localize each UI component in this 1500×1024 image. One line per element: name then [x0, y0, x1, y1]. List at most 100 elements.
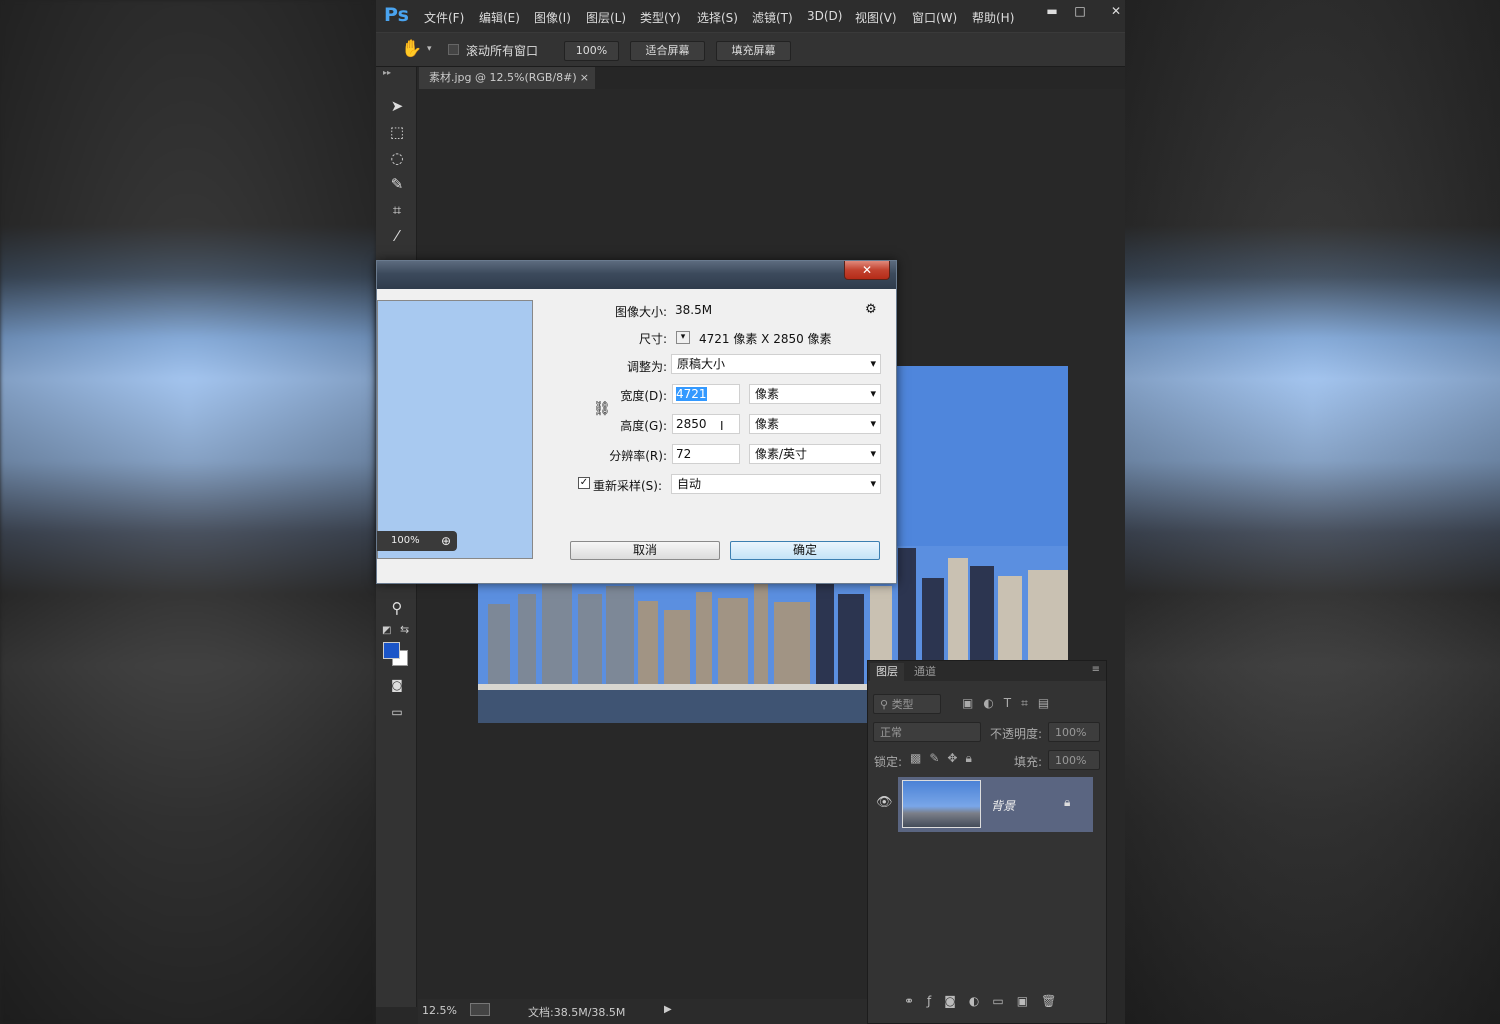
- image-size-dialog: ✕ 100% ⊕ 图像大小: 38.5M ⚙ 尺寸: ▾ 4721 像素 X 2…: [376, 260, 897, 584]
- scroll-all-label: 滚动所有窗口: [466, 44, 539, 58]
- default-colors-icon[interactable]: ◩: [382, 625, 391, 636]
- height-input[interactable]: 2850: [672, 414, 740, 434]
- layer-name: 背景: [991, 799, 1016, 813]
- lock-icons[interactable]: ▩✎✥🔒︎: [910, 751, 980, 766]
- blend-mode-select[interactable]: 正常: [873, 722, 981, 742]
- layer-background[interactable]: 背景 🔒︎: [898, 777, 1093, 832]
- layer-thumbnail: [902, 780, 981, 828]
- fill-label: 填充:: [1014, 755, 1043, 769]
- fit-screen-button[interactable]: 适合屏幕: [630, 41, 705, 61]
- resolution-input[interactable]: 72: [672, 444, 740, 464]
- ok-button[interactable]: 确定: [730, 541, 880, 560]
- menu-3d[interactable]: 3D(D): [807, 9, 842, 23]
- zoom-in-icon[interactable]: ⊕: [441, 531, 451, 551]
- height-unit-select[interactable]: 像素: [749, 414, 881, 434]
- image-size-value: 38.5M: [675, 303, 713, 317]
- quick-selection-tool-icon[interactable]: ✎: [385, 173, 409, 195]
- scroll-all-checkbox[interactable]: [448, 44, 459, 55]
- menu-filter[interactable]: 滤镜(T): [752, 9, 793, 26]
- dimensions-value: 4721 像素 X 2850 像素: [699, 332, 832, 346]
- collapse-icon[interactable]: ▸▸: [383, 68, 391, 77]
- dialog-close-button[interactable]: ✕: [844, 261, 890, 280]
- options-bar: ✋ ▾ 滚动所有窗口 100% 适合屏幕 填充屏幕: [376, 32, 1125, 67]
- resolution-unit-select[interactable]: 像素/英寸: [749, 444, 881, 464]
- marquee-tool-icon[interactable]: ⬚: [385, 121, 409, 143]
- layers-panel: 图层 通道 ≡ ⚲ 类型 ▣◐T⌗▤ 正常 不透明度: 100% 锁定: ▩✎✥…: [867, 660, 1107, 1024]
- fill-screen-button[interactable]: 填充屏幕: [716, 41, 791, 61]
- width-value: 4721: [676, 387, 707, 401]
- hand-tool-icon[interactable]: ✋: [401, 39, 422, 59]
- opacity-input[interactable]: 100%: [1048, 722, 1100, 742]
- width-unit-select[interactable]: 像素: [749, 384, 881, 404]
- layer-filter-label: 类型: [891, 698, 914, 711]
- status-menu-arrow-icon[interactable]: ▶: [664, 1004, 672, 1015]
- visibility-eye-icon[interactable]: 👁︎: [876, 795, 893, 810]
- opacity-label: 不透明度:: [990, 727, 1043, 741]
- menu-edit[interactable]: 编辑(E): [479, 9, 520, 26]
- menu-bar: Ps 文件(F) 编辑(E) 图像(I) 图层(L) 类型(Y) 选择(S) 滤…: [376, 0, 1125, 32]
- close-window-button[interactable]: ✕: [1105, 2, 1125, 20]
- crop-tool-icon[interactable]: ⌗: [385, 199, 409, 221]
- menu-select[interactable]: 选择(S): [697, 9, 738, 26]
- layer-filter-icons[interactable]: ▣◐T⌗▤: [962, 696, 1059, 711]
- image-preview[interactable]: [377, 300, 533, 559]
- screen-mode-icon[interactable]: ▭: [385, 701, 409, 723]
- dialog-body: 100% ⊕ 图像大小: 38.5M ⚙ 尺寸: ▾ 4721 像素 X 285…: [377, 289, 892, 581]
- gear-icon[interactable]: ⚙: [865, 302, 877, 317]
- tab-layers[interactable]: 图层: [870, 663, 904, 681]
- blurred-right-background: [1125, 0, 1500, 1024]
- menu-type[interactable]: 类型(Y): [640, 9, 681, 26]
- width-input[interactable]: 4721: [672, 384, 740, 404]
- menu-layer[interactable]: 图层(L): [586, 9, 626, 26]
- resample-checkbox[interactable]: ✓: [578, 477, 590, 489]
- layer-filter-select[interactable]: ⚲ 类型: [873, 694, 941, 714]
- preview-zoom-level: 100%: [391, 535, 420, 546]
- dimensions-unit-dropdown[interactable]: ▾: [676, 331, 690, 344]
- menu-file[interactable]: 文件(F): [424, 9, 464, 26]
- resolution-label: 分辨率(R):: [609, 449, 667, 463]
- swap-colors-icon[interactable]: ⇆: [400, 623, 409, 636]
- image-size-label: 图像大小:: [614, 305, 667, 319]
- menu-view[interactable]: 视图(V): [855, 9, 897, 26]
- dialog-titlebar: ✕: [377, 261, 896, 289]
- menu-help[interactable]: 帮助(H): [972, 9, 1014, 26]
- zoom-level[interactable]: 12.5%: [422, 1004, 457, 1017]
- move-tool-icon[interactable]: ➤: [385, 95, 409, 117]
- layers-bottom-icons[interactable]: ⚭ƒ◙◐▭▣🗑︎: [904, 994, 1069, 1008]
- ps-logo: Ps: [384, 4, 409, 26]
- fit-to-select[interactable]: 原稿大小: [671, 354, 881, 374]
- panel-menu-icon[interactable]: ≡: [1092, 664, 1100, 675]
- height-label: 高度(G):: [620, 419, 667, 433]
- chevron-down-icon[interactable]: ▾: [427, 44, 432, 54]
- foreground-color-swatch[interactable]: [383, 642, 400, 659]
- status-preview-icon[interactable]: [470, 1003, 490, 1016]
- fill-input[interactable]: 100%: [1048, 750, 1100, 770]
- document-tab-strip: 素材.jpg @ 12.5%(RGB/8#) ×: [419, 67, 1125, 89]
- resample-select[interactable]: 自动: [671, 474, 881, 494]
- zoom-tool-icon[interactable]: ⚲: [385, 597, 409, 619]
- cancel-button[interactable]: 取消: [570, 541, 720, 560]
- maximize-button[interactable]: □: [1069, 2, 1091, 20]
- menu-window[interactable]: 窗口(W): [912, 9, 957, 26]
- minimize-button[interactable]: ▬: [1041, 2, 1063, 20]
- status-bar: 12.5% 文档:38.5M/38.5M ▶: [418, 999, 867, 1024]
- text-cursor-icon: I: [720, 419, 724, 433]
- layers-panel-tabs: 图层 通道 ≡: [868, 661, 1106, 681]
- menu-image[interactable]: 图像(I): [534, 9, 571, 26]
- blurred-left-background: [0, 0, 376, 1024]
- width-label: 宽度(D):: [620, 389, 667, 403]
- tab-channels[interactable]: 通道: [908, 663, 942, 681]
- lasso-tool-icon[interactable]: ◌: [385, 147, 409, 169]
- quick-mask-icon[interactable]: ◙: [385, 674, 409, 696]
- document-tab-title: 素材.jpg @ 12.5%(RGB/8#): [429, 71, 577, 84]
- zoom-100-button[interactable]: 100%: [564, 41, 619, 61]
- eyedropper-tool-icon[interactable]: ⁄: [385, 225, 409, 247]
- lock-label: 锁定:: [874, 755, 903, 769]
- document-size-info: 文档:38.5M/38.5M: [528, 1006, 626, 1019]
- preview-zoom-control[interactable]: 100% ⊕: [377, 531, 457, 551]
- close-tab-icon[interactable]: ×: [580, 67, 589, 89]
- resample-label: 重新采样(S):: [593, 479, 663, 493]
- layer-lock-icon: 🔒︎: [1064, 795, 1071, 809]
- dimensions-label: 尺寸:: [638, 332, 667, 346]
- document-tab[interactable]: 素材.jpg @ 12.5%(RGB/8#) ×: [419, 67, 595, 89]
